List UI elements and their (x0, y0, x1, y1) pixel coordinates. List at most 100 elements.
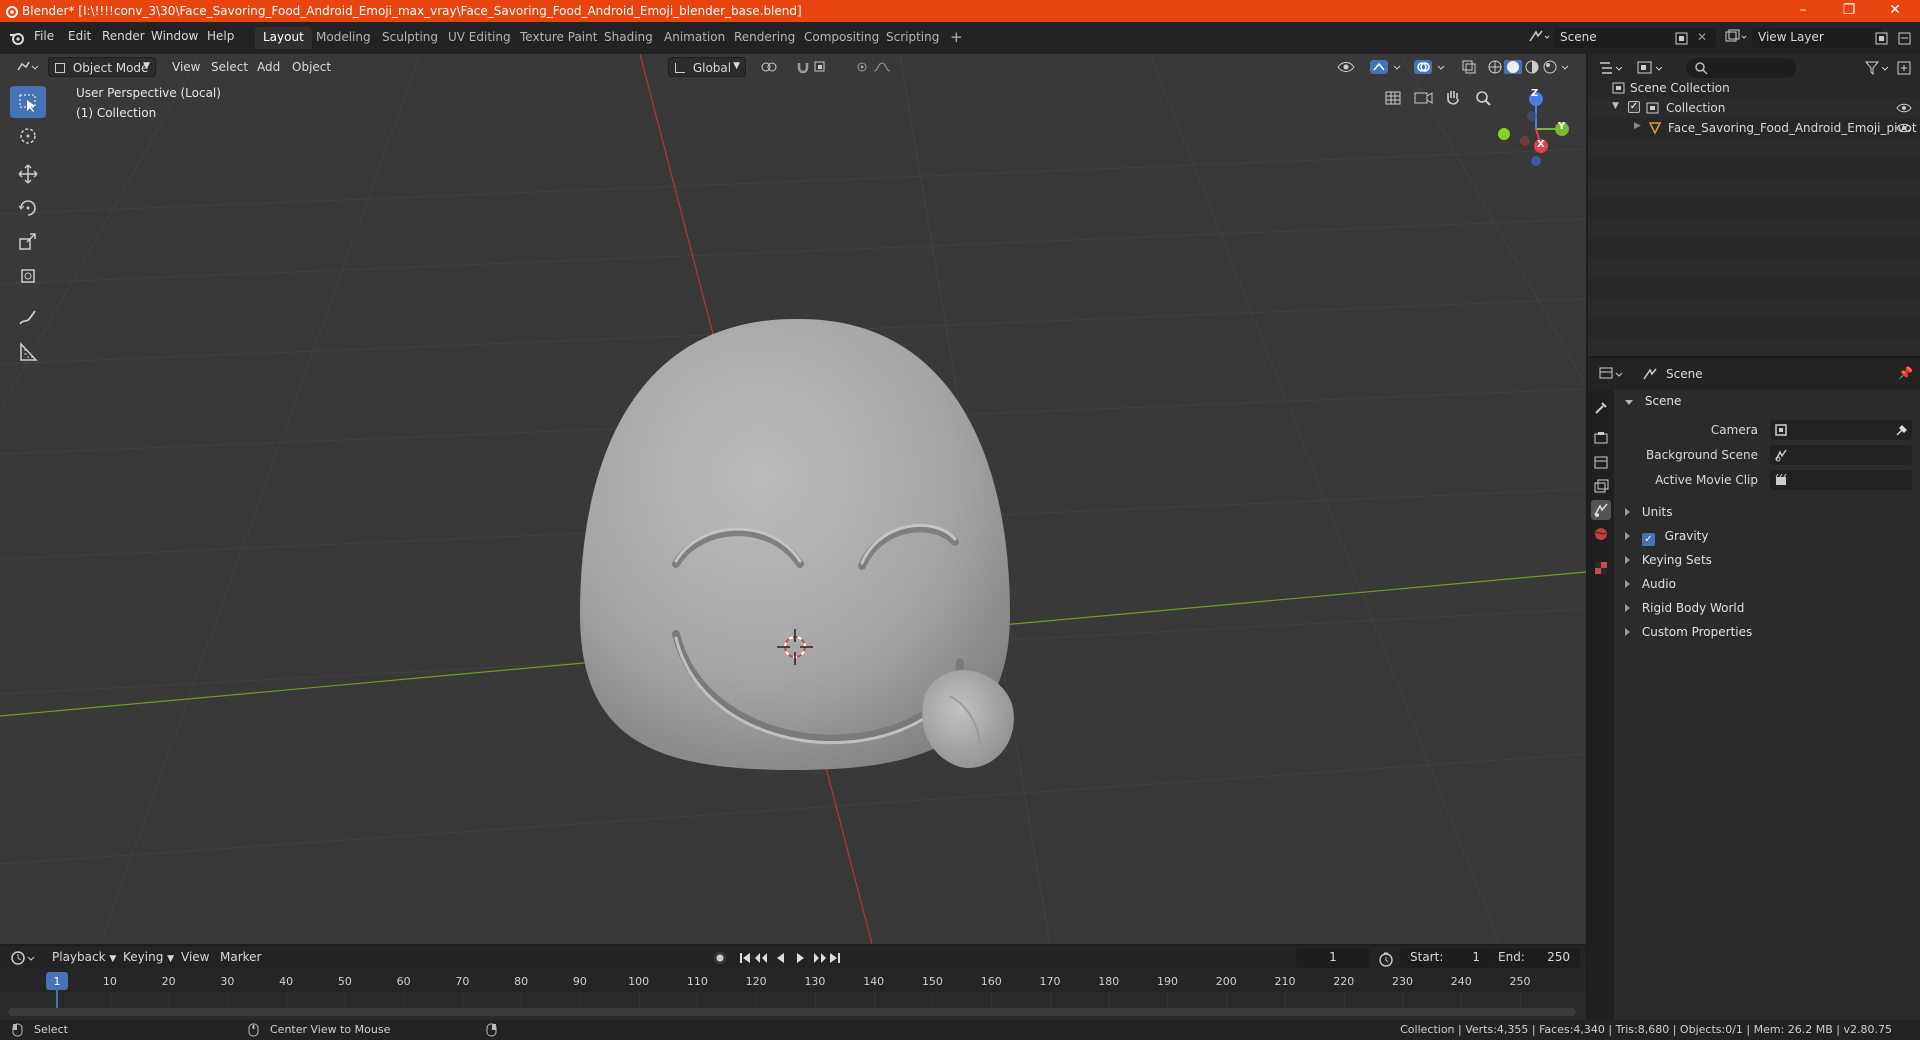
scene-panel-header[interactable]: Scene (1625, 394, 1681, 408)
viewport-menu-add[interactable]: Add (251, 57, 286, 77)
tab-sculpting[interactable]: Sculpting (374, 27, 446, 49)
minimize-button[interactable]: – (1780, 0, 1826, 22)
viewport-menu-object[interactable]: Object (286, 57, 337, 77)
audio-panel-header[interactable]: Audio (1625, 577, 1676, 591)
prev-keyframe-icon[interactable] (755, 953, 767, 963)
select-box-tool[interactable] (10, 86, 46, 118)
tab-texture-paint[interactable]: Texture Paint (512, 27, 605, 49)
tab-shading[interactable]: Shading (596, 27, 661, 49)
camera-field[interactable] (1770, 420, 1912, 440)
timeline-menu-keying[interactable]: Keying ▼ (117, 947, 180, 967)
expand-arrow-icon[interactable]: ▶ (1634, 121, 1641, 131)
transform-tool[interactable] (10, 260, 46, 292)
start-frame-field[interactable]: Start: 1 (1400, 948, 1490, 968)
3d-viewport[interactable]: Z Y X User Perspective (Local) (1) Colle… (0, 54, 1586, 944)
timeline-editor-type-button[interactable] (10, 949, 38, 967)
outliner-search-input[interactable] (1686, 58, 1796, 78)
jump-end-icon[interactable] (838, 953, 840, 963)
menu-window[interactable]: Window (151, 29, 198, 43)
tab-texture[interactable] (1591, 558, 1611, 578)
end-frame-field[interactable]: End: 250 (1490, 948, 1580, 968)
visibility-toggle-button[interactable] (1330, 57, 1360, 77)
new-scene-icon[interactable] (1675, 32, 1689, 45)
pivot-point-button[interactable] (754, 57, 784, 77)
tab-layout[interactable]: Layout (255, 27, 312, 49)
scene-name-field[interactable]: Scene (1554, 28, 1716, 48)
outliner-row-scene-collection[interactable]: Scene Collection (1588, 78, 1920, 98)
timeline-menu-playback[interactable]: Playback ▼ (46, 947, 122, 967)
display-mode-button[interactable] (1636, 59, 1666, 77)
view-layer-browse-icon[interactable] (1724, 29, 1748, 45)
tab-output[interactable] (1591, 452, 1611, 472)
tab-scripting[interactable]: Scripting (878, 27, 947, 49)
scene-browse-icon[interactable] (1528, 29, 1550, 45)
tab-world[interactable] (1591, 524, 1611, 544)
new-view-layer-icon[interactable] (1875, 32, 1889, 45)
play-reverse-icon[interactable] (777, 953, 784, 963)
keying-sets-panel-header[interactable]: Keying Sets (1625, 553, 1712, 567)
viewport-menu-select[interactable]: Select (205, 57, 254, 77)
rotate-tool[interactable] (10, 192, 46, 224)
tab-compositing[interactable]: Compositing (796, 27, 887, 49)
shading-mode-buttons[interactable] (1482, 57, 1578, 77)
close-button[interactable]: ✕ (1872, 0, 1918, 22)
scale-tool[interactable] (10, 226, 46, 258)
outliner-editor-type-button[interactable] (1598, 59, 1626, 77)
jump-start-icon[interactable] (740, 953, 742, 963)
zoom-view-button[interactable] (1470, 85, 1496, 111)
gizmo-toggle-button[interactable] (1364, 57, 1404, 77)
outliner-row-collection[interactable]: ▼ ✓ Collection (1588, 98, 1920, 118)
emoji-model[interactable] (580, 318, 1014, 770)
background-scene-field[interactable] (1770, 445, 1912, 465)
menu-edit[interactable]: Edit (68, 29, 91, 43)
viewport-menu-view[interactable]: View (166, 57, 206, 77)
move-tool[interactable] (10, 158, 46, 190)
new-collection-button[interactable] (1896, 59, 1914, 77)
view-layer-field[interactable]: View Layer (1752, 28, 1882, 48)
blender-menu-icon[interactable] (9, 31, 25, 45)
timeline-menu-view[interactable]: View (175, 947, 215, 967)
timeline-scrollbar[interactable] (8, 1008, 1576, 1016)
cursor-tool[interactable] (10, 120, 46, 152)
tab-uv-editing[interactable]: UV Editing (440, 27, 519, 49)
eyedropper-icon[interactable] (1894, 423, 1908, 437)
custom-properties-panel-header[interactable]: Custom Properties (1625, 625, 1752, 639)
collection-exclude-checkbox[interactable]: ✓ (1628, 101, 1640, 113)
measure-tool[interactable] (10, 336, 46, 368)
menu-help[interactable]: Help (207, 29, 234, 43)
stopwatch-icon[interactable] (1378, 951, 1394, 967)
expand-arrow-icon[interactable]: ▼ (1612, 101, 1619, 111)
pan-view-button[interactable] (1440, 85, 1466, 111)
overlays-toggle-button[interactable] (1408, 57, 1450, 77)
gravity-panel-header[interactable]: ✓ Gravity (1625, 529, 1708, 546)
tab-tool[interactable] (1591, 398, 1611, 418)
tab-render[interactable] (1591, 428, 1611, 448)
tab-rendering[interactable]: Rendering (726, 27, 803, 49)
play-icon[interactable] (797, 953, 804, 963)
tab-animation[interactable]: Animation (656, 27, 733, 49)
proportional-edit-button[interactable] (850, 57, 900, 77)
camera-view-button[interactable] (1410, 85, 1436, 111)
remove-view-layer-icon[interactable] (1898, 32, 1912, 45)
next-keyframe-icon[interactable] (814, 953, 826, 963)
properties-editor-type-button[interactable] (1598, 365, 1626, 383)
eye-icon[interactable] (1896, 122, 1912, 134)
units-panel-header[interactable]: Units (1625, 505, 1673, 519)
toggle-grid-view-button[interactable] (1380, 85, 1406, 111)
rigid-body-world-panel-header[interactable]: Rigid Body World (1625, 601, 1744, 615)
eye-icon[interactable] (1896, 102, 1912, 114)
active-movie-clip-field[interactable] (1770, 470, 1912, 490)
editor-type-button[interactable] (10, 57, 46, 77)
gravity-checkbox[interactable]: ✓ (1641, 533, 1655, 546)
add-workspace-button[interactable]: + (942, 25, 971, 47)
record-icon[interactable] (716, 954, 724, 962)
pin-icon[interactable]: 📌 (1898, 366, 1913, 380)
remove-scene-icon[interactable]: ✕ (1697, 30, 1707, 44)
xray-toggle-button[interactable] (1456, 57, 1478, 77)
menu-render[interactable]: Render (102, 29, 145, 43)
restore-button[interactable]: ❐ (1826, 0, 1872, 22)
menu-file[interactable]: File (34, 29, 54, 43)
tab-scene[interactable] (1591, 500, 1611, 520)
tab-view-layer[interactable] (1591, 476, 1611, 496)
transform-orientation-dropdown[interactable]: Global ▼ (668, 57, 746, 77)
